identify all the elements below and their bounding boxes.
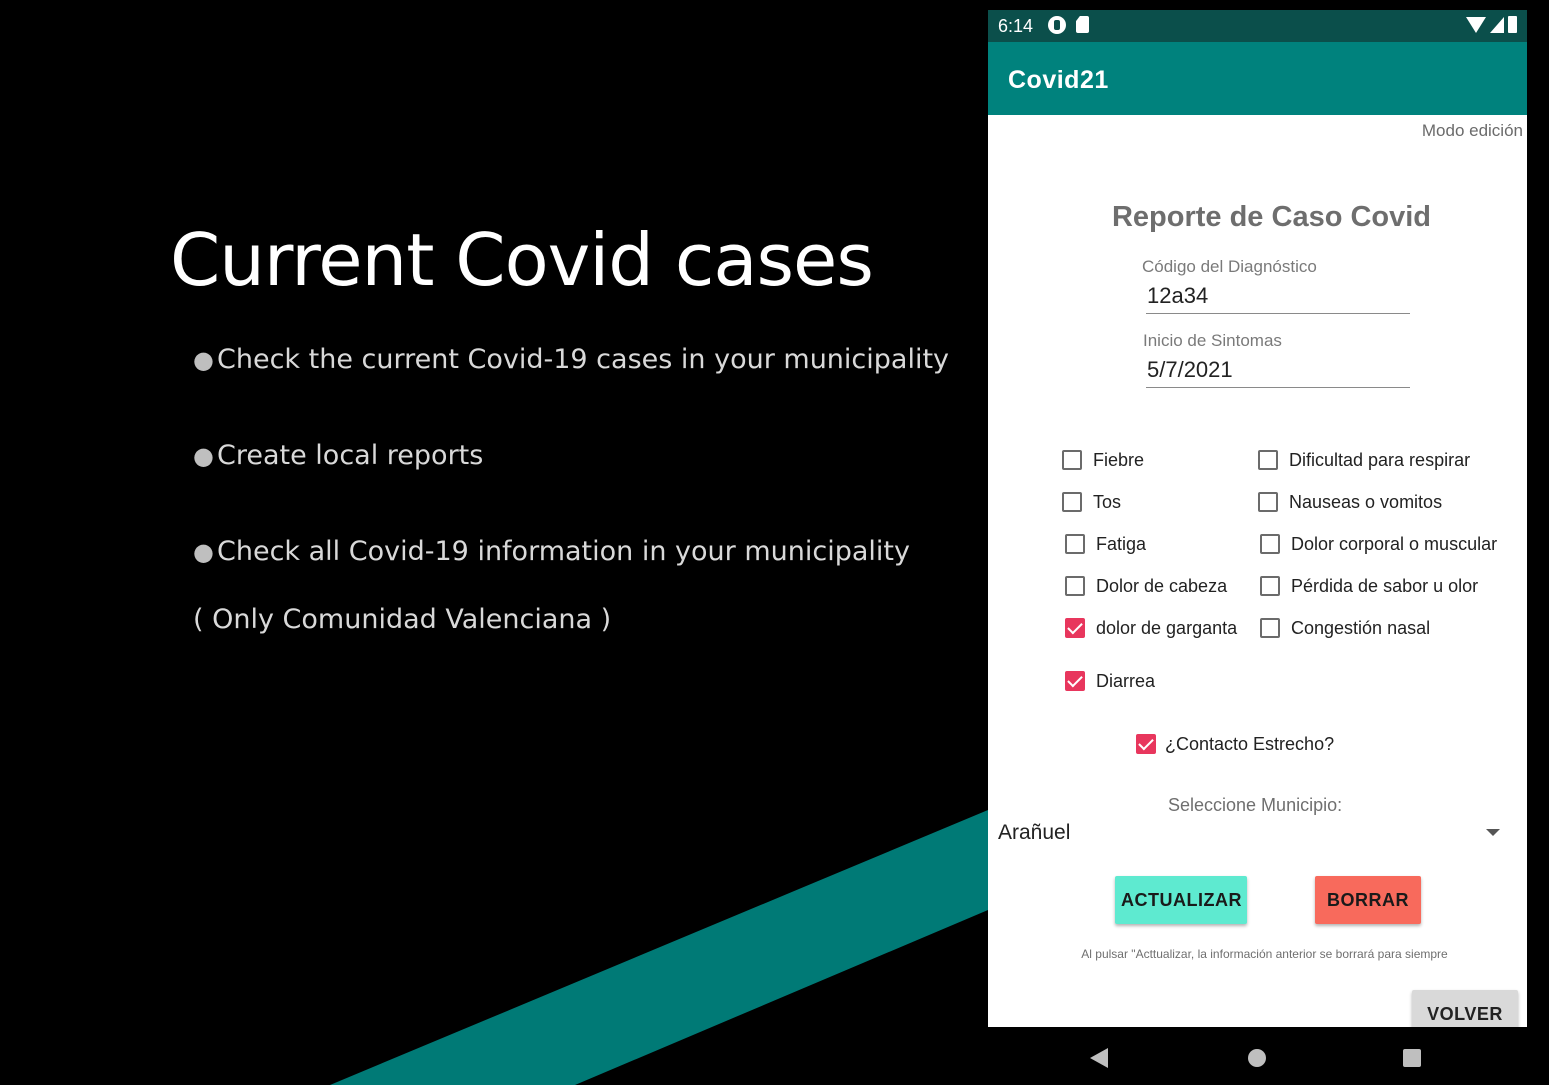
back-button[interactable]: VOLVER (1412, 990, 1518, 1027)
checkbox-icon (1258, 450, 1278, 470)
checkbox-dolor-de-cabeza[interactable]: Dolor de cabeza (1065, 571, 1227, 601)
checkbox-label: Dificultad para respirar (1289, 449, 1471, 470)
checkbox-icon (1062, 492, 1082, 512)
status-notification-icons (1048, 16, 1089, 34)
bullet-item: ● Check the current Covid-19 cases in you… (193, 340, 949, 436)
app-title: Covid21 (1008, 66, 1109, 94)
mode-label: Modo edición (1421, 121, 1523, 140)
app-bar: Covid21 (988, 42, 1527, 115)
municipio-selected-value: Arañuel (998, 821, 1071, 844)
checkbox-icon (1260, 534, 1280, 554)
checkbox-fiebre[interactable]: Fiebre (1062, 445, 1144, 475)
recents-icon[interactable] (1403, 1049, 1421, 1067)
checkbox-label: ¿Contacto Estrecho? (1165, 733, 1335, 754)
status-system-icons (1466, 16, 1517, 33)
bullet-text: Check all Covid-19 information in your m… (217, 536, 910, 567)
checkbox-label: Fatiga (1096, 533, 1147, 554)
symptom-start-label: Inicio de Sintomas (1143, 331, 1282, 350)
signal-icon (1490, 16, 1504, 33)
report-form: Modo edición Reporte de Caso Covid Códig… (988, 115, 1527, 1027)
wifi-icon (1466, 16, 1486, 33)
bullet-dot-icon: ● (193, 442, 214, 470)
checkbox-dificultad-para-respirar[interactable]: Dificultad para respirar (1258, 445, 1470, 475)
checkbox-label: Tos (1093, 491, 1122, 512)
diagnosis-code-input[interactable] (1146, 283, 1410, 314)
form-title: Reporte de Caso Covid (1111, 201, 1432, 233)
delete-button[interactable]: BORRAR (1315, 876, 1421, 924)
checkbox-icon (1065, 576, 1085, 596)
checkbox-icon (1258, 492, 1278, 512)
checkbox-icon (1260, 576, 1280, 596)
dropdown-arrow-icon (1486, 829, 1500, 836)
municipio-dropdown[interactable]: Arañuel (998, 817, 1518, 853)
bullet-dot-icon: ● (193, 346, 214, 374)
checkbox-diarrea[interactable]: Diarrea (1065, 666, 1155, 696)
status-bar: 6:14 (988, 10, 1527, 42)
checkbox-label: Congestión nasal (1291, 617, 1431, 638)
checkbox-congestion-nasal[interactable]: Congestión nasal (1260, 613, 1430, 643)
checkbox-label: Nauseas o vomitos (1289, 491, 1443, 512)
checkbox-nauseas-o-vomitos[interactable]: Nauseas o vomitos (1258, 487, 1442, 517)
symptom-start-input[interactable] (1146, 357, 1410, 388)
checkbox-label: Dolor de cabeza (1096, 575, 1228, 596)
checkbox-label: Diarrea (1096, 670, 1156, 691)
checkbox-label: Dolor corporal o muscular (1291, 533, 1498, 554)
checkbox-perdida-de-sabor[interactable]: Pérdida de sabor u olor (1260, 571, 1478, 601)
check-mark-icon (1067, 671, 1083, 688)
slide-title: Current Covid cases (170, 218, 874, 302)
checkbox-label: Fiebre (1093, 449, 1145, 470)
diagnosis-code-label: Código del Diagnóstico (1142, 257, 1317, 276)
municipio-label: Seleccione Municipio: (1168, 795, 1343, 815)
bullet-dot-icon: ● (193, 538, 214, 566)
status-time: 6:14 (998, 16, 1034, 36)
checkbox-tos[interactable]: Tos (1062, 487, 1121, 517)
checkbox-icon (1065, 618, 1085, 638)
checkbox-icon (1065, 671, 1085, 691)
bullet-item: ● Create local reports (193, 436, 949, 532)
checkbox-icon (1062, 450, 1082, 470)
navigation-bar (988, 1027, 1527, 1085)
checkbox-icon (1136, 734, 1156, 754)
check-mark-icon (1067, 618, 1083, 635)
sd-card-icon (1076, 16, 1089, 33)
phone-screen: 6:14 Covid21 Modo edición Reporte de Cas… (988, 10, 1527, 1085)
update-button[interactable]: ACTUALIZAR (1115, 876, 1247, 924)
back-icon[interactable] (1090, 1048, 1108, 1068)
slide-note: ( Only Comunidad Valenciana ) (193, 604, 612, 635)
checkbox-fatiga[interactable]: Fatiga (1065, 529, 1146, 559)
checkbox-dolor-corporal[interactable]: Dolor corporal o muscular (1260, 529, 1497, 559)
bullet-text: Check the current Covid-19 cases in your… (217, 344, 950, 375)
checkbox-icon (1260, 618, 1280, 638)
slide-bullet-list: ● Check the current Covid-19 cases in you… (193, 340, 949, 628)
checkbox-icon (1065, 534, 1085, 554)
bullet-text: Create local reports (217, 440, 484, 471)
home-icon[interactable] (1248, 1049, 1266, 1067)
checkbox-contacto-estrecho[interactable]: ¿Contacto Estrecho? (1136, 729, 1334, 759)
app-notification-icon (1048, 16, 1066, 34)
checkbox-dolor-de-garganta[interactable]: dolor de garganta (1065, 613, 1237, 643)
check-mark-icon (1138, 734, 1154, 751)
battery-icon (1508, 16, 1517, 33)
checkbox-label: dolor de garganta (1096, 617, 1238, 638)
update-warning-text: Al pulsar "Acttualizar, la información a… (1081, 947, 1448, 961)
checkbox-label: Pérdida de sabor u olor (1291, 575, 1479, 596)
